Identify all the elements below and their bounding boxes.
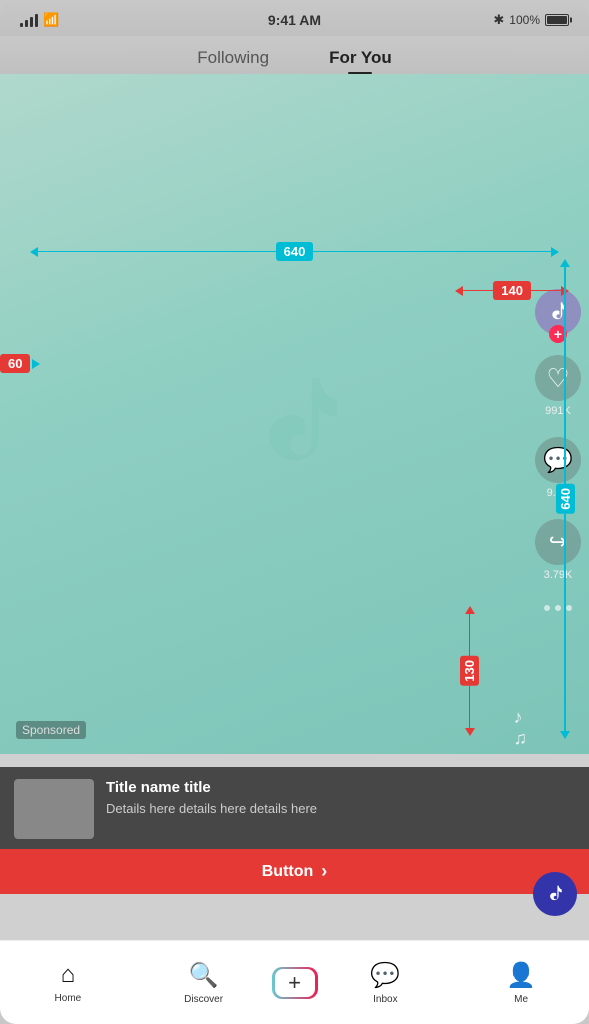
annotation-640-height-label: 640 [556,484,575,514]
annotation-640-width: 640 [30,242,559,261]
home-icon: ⌂ [61,961,76,989]
status-time: 9:41 AM [268,12,321,28]
nav-inbox-label: Inbox [373,994,397,1005]
post-icon: + [288,970,301,996]
nav-tabs: Following For You [0,36,589,74]
inbox-icon: 💬 [370,961,400,990]
bluetooth-icon: ✱ [493,12,504,28]
annotation-130-label: 130 [460,656,479,686]
bottom-nav: ⌂ Home 🔍 Discover + 💬 Inbox 👤 Me [0,940,589,1024]
battery-percentage: 100% [509,13,540,27]
ad-cta-button[interactable]: Button › [0,849,589,894]
music-disc-tiktok-icon [543,882,567,906]
status-right: ✱ 100% [493,12,569,28]
signal-icon [20,13,38,27]
nav-item-inbox[interactable]: 💬 Inbox [318,961,454,1005]
ad-title: Title name title [106,779,575,796]
ad-card: Title name title Details here details he… [0,767,589,894]
annotation-640-height: 640 [557,259,573,739]
battery-icon [545,14,569,26]
annotation-60: 60 [0,354,40,373]
main-content-area: 640 60 140 640 [0,74,589,894]
status-left: 📶 [20,12,59,28]
video-area[interactable] [0,74,589,754]
ad-text: Title name title Details here details he… [106,779,575,818]
nav-me-label: Me [514,994,528,1005]
nav-item-me[interactable]: 👤 Me [453,961,589,1005]
annotation-130: 130 [460,606,479,736]
nav-discover-label: Discover [184,994,223,1005]
sponsored-label: Sponsored [16,721,86,739]
me-icon: 👤 [506,961,536,990]
annotation-640-label: 640 [276,242,314,261]
ad-thumbnail [14,779,94,839]
annotation-60-label: 60 [0,354,30,373]
ad-details: Details here details here details here [106,800,575,818]
post-button[interactable]: + [272,967,318,999]
music-notes-decoration: ♪♫ [514,707,528,749]
annotation-140: 140 [455,281,569,300]
sponsored-label-area: Sponsored [16,721,86,739]
nav-item-home[interactable]: ⌂ Home [0,961,136,1004]
ad-button-text: Button [262,863,314,881]
ad-card-content: Title name title Details here details he… [0,767,589,849]
wifi-icon: 📶 [43,12,59,28]
ad-button-chevron: › [321,861,327,882]
video-tiktok-watermark [235,354,355,474]
tab-for-you[interactable]: For You [329,48,392,68]
discover-icon: 🔍 [189,961,219,990]
status-bar: 📶 9:41 AM ✱ 100% [0,0,589,36]
post-button-inner: + [275,969,315,997]
nav-item-post[interactable]: + [272,967,318,999]
tab-following[interactable]: Following [197,48,269,68]
nav-home-label: Home [55,993,82,1004]
annotation-140-label: 140 [493,281,531,300]
nav-item-discover[interactable]: 🔍 Discover [136,961,272,1005]
music-disc[interactable] [533,872,577,916]
